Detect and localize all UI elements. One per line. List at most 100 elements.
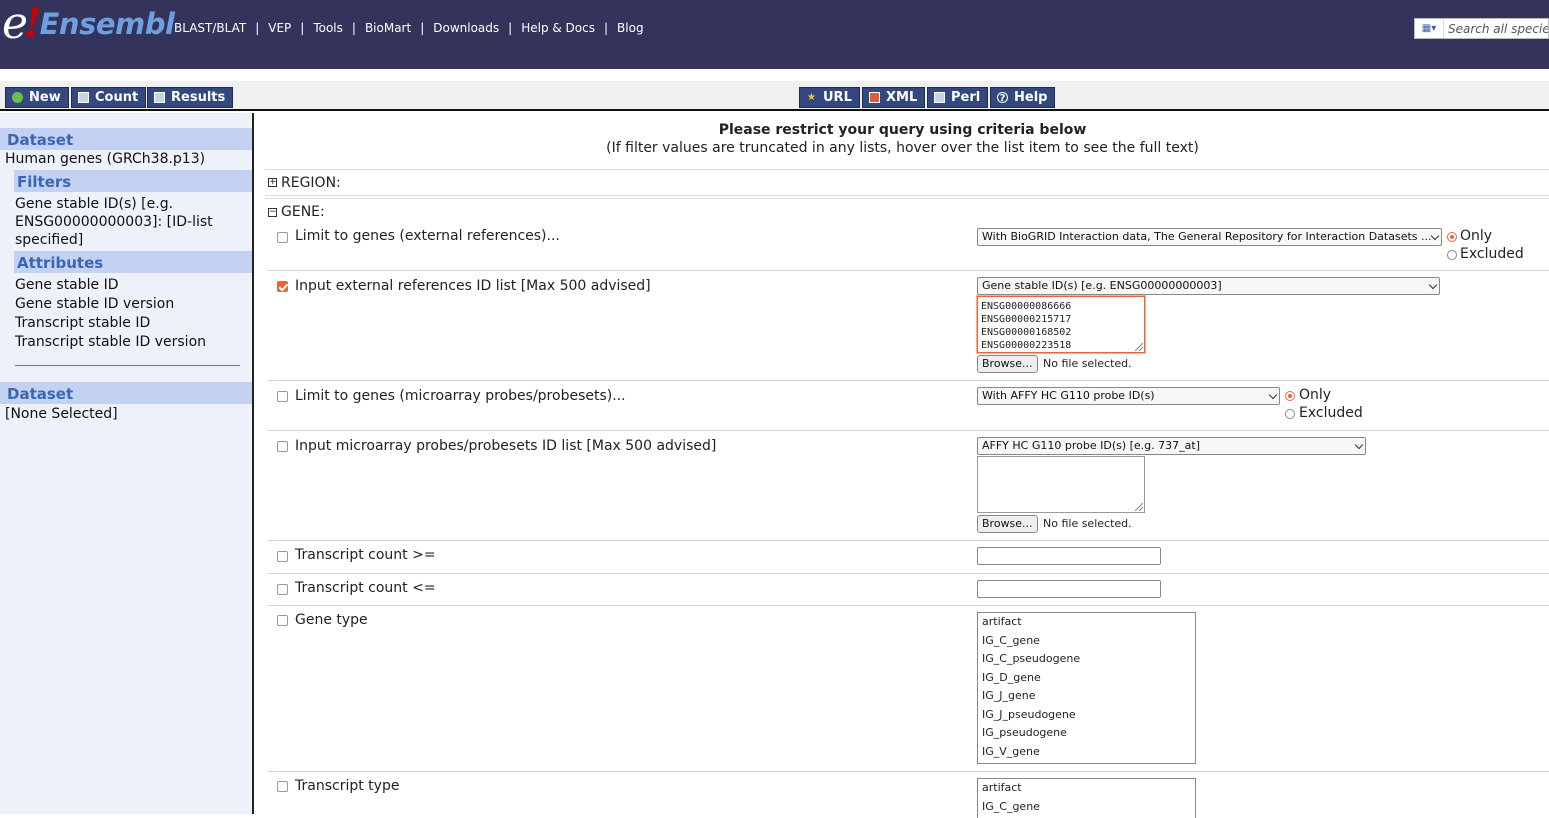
filter-row-transcript-count-le: Transcript count <= xyxy=(267,574,1549,606)
expand-icon: + xyxy=(268,177,277,187)
table-icon xyxy=(154,92,165,103)
nav-downloads[interactable]: Downloads xyxy=(433,21,499,35)
no-file-text: No file selected. xyxy=(1043,357,1132,370)
url-button-label: URL xyxy=(823,90,852,105)
search-species-dropdown-icon[interactable]: ▦▾ xyxy=(1415,19,1444,38)
transcript-count-ge-input[interactable] xyxy=(977,547,1161,565)
filter-row-microarray-input: Input microarray probes/probesets ID lis… xyxy=(267,431,1549,541)
transcript-type-listbox[interactable]: artifact IG_C_gene xyxy=(977,778,1196,818)
xml-file-icon xyxy=(869,92,880,103)
list-item[interactable]: artifact xyxy=(978,779,1195,798)
ext-refs-limit-select-value: With BioGRID Interaction data, The Gener… xyxy=(982,230,1432,243)
nav-biomart[interactable]: BioMart xyxy=(365,21,411,35)
resize-handle-icon[interactable] xyxy=(1135,503,1143,511)
nav-vep[interactable]: VEP xyxy=(268,21,291,35)
microarray-limit-checkbox[interactable] xyxy=(277,391,288,402)
list-item[interactable]: IG_J_pseudogene xyxy=(978,706,1195,725)
results-button-label: Results xyxy=(171,90,226,105)
ext-refs-excluded-radio[interactable] xyxy=(1447,250,1457,260)
ext-refs-limit-select[interactable]: With BioGRID Interaction data, The Gener… xyxy=(977,228,1442,246)
filter-row-ext-refs-limit: Limit to genes (external references)... … xyxy=(267,221,1549,271)
ensembl-logo[interactable]: e ! Ensembl xyxy=(2,0,175,48)
gene-label: GENE: xyxy=(281,204,325,220)
help-button[interactable]: ? Help xyxy=(990,87,1056,108)
browse-button[interactable]: Browse... xyxy=(977,355,1038,373)
restrict-title: Please restrict your query using criteri… xyxy=(718,122,1087,138)
attribute-item[interactable]: Transcript stable ID xyxy=(15,314,245,332)
transcript-count-le-input[interactable] xyxy=(977,580,1161,598)
microarray-input-checkbox[interactable] xyxy=(277,441,288,452)
ext-refs-input-checkbox[interactable] xyxy=(277,281,288,292)
ext-refs-excluded-label: Excluded xyxy=(1460,246,1524,262)
transcript-count-le-label: Transcript count <= xyxy=(295,580,436,596)
list-item[interactable]: IG_C_pseudogene xyxy=(978,650,1195,669)
attribute-item[interactable]: Gene stable ID version xyxy=(15,295,245,313)
list-item[interactable]: IG_V_gene xyxy=(978,743,1195,762)
transcript-type-checkbox[interactable] xyxy=(277,781,288,792)
list-item[interactable]: IG_C_gene xyxy=(978,632,1195,651)
gene-type-checkbox[interactable] xyxy=(277,615,288,626)
list-item[interactable]: IG_D_gene xyxy=(978,669,1195,688)
nav-blast-blat[interactable]: BLAST/BLAT xyxy=(174,21,246,35)
region-label: REGION: xyxy=(281,174,341,191)
nav-help-docs[interactable]: Help & Docs xyxy=(521,21,595,35)
microarray-only-radio[interactable] xyxy=(1285,391,1295,401)
nav-tools[interactable]: Tools xyxy=(313,21,343,35)
id-list-textarea[interactable]: ENSG00000086666 ENSG00000215717 ENSG0000… xyxy=(977,296,1145,353)
gene-type-listbox[interactable]: artifact IG_C_gene IG_C_pseudogene IG_D_… xyxy=(977,612,1196,764)
list-item[interactable]: IG_pseudogene xyxy=(978,724,1195,743)
dataset-name[interactable]: Human genes (GRCh38.p13) xyxy=(5,151,205,167)
dataset2-heading[interactable]: Dataset xyxy=(0,382,252,404)
list-item[interactable]: IG_C_gene xyxy=(978,798,1195,817)
ext-refs-only-radio[interactable] xyxy=(1447,232,1457,242)
species-search: ▦▾ xyxy=(1414,18,1549,39)
logo-text: Ensembl xyxy=(39,7,175,41)
microarray-excluded-radio[interactable] xyxy=(1285,409,1295,419)
id-type-select[interactable]: Gene stable ID(s) [e.g. ENSG00000000003] xyxy=(977,277,1440,295)
browse-button[interactable]: Browse... xyxy=(977,515,1038,533)
ext-refs-limit-checkbox[interactable] xyxy=(277,232,288,243)
count-button[interactable]: Count xyxy=(71,87,147,108)
dataset2-value[interactable]: [None Selected] xyxy=(5,406,118,422)
ext-refs-only-label: Only xyxy=(1460,228,1493,244)
microarray-limit-label: Limit to genes (microarray probes/probes… xyxy=(295,388,626,404)
filter-panel: Please restrict your query using criteri… xyxy=(256,113,1549,818)
attribute-item[interactable]: Gene stable ID xyxy=(15,276,245,294)
filters-heading[interactable]: Filters xyxy=(14,170,252,192)
search-input[interactable] xyxy=(1444,21,1548,36)
filter-row-microarray-limit: Limit to genes (microarray probes/probes… xyxy=(267,381,1549,431)
perl-button-label: Perl xyxy=(951,90,981,105)
count-button-label: Count xyxy=(95,90,139,105)
attributes-heading-label: Attributes xyxy=(17,254,104,272)
dataset-heading[interactable]: Dataset xyxy=(0,128,252,150)
region-section[interactable]: + REGION: xyxy=(265,169,1549,196)
probe-type-select[interactable]: AFFY HC G110 probe ID(s) [e.g. 737_at] xyxy=(977,437,1366,455)
attributes-heading[interactable]: Attributes xyxy=(14,251,252,273)
transcript-count-le-checkbox[interactable] xyxy=(277,584,288,595)
id-line: ENSG00000223518 xyxy=(981,340,1072,351)
resize-handle-icon[interactable] xyxy=(1135,343,1143,351)
calculator-icon xyxy=(78,92,89,103)
perl-button[interactable]: Perl xyxy=(927,87,989,108)
ext-refs-input-label: Input external references ID list [Max 5… xyxy=(295,278,651,294)
star-icon: ★ xyxy=(807,92,816,103)
results-button[interactable]: Results xyxy=(147,87,234,108)
url-button[interactable]: ★ URL xyxy=(799,87,860,108)
nav-blog[interactable]: Blog xyxy=(617,21,644,35)
attribute-item[interactable]: Transcript stable ID version xyxy=(15,333,245,351)
list-item[interactable]: artifact xyxy=(978,613,1195,632)
new-button[interactable]: New xyxy=(5,87,69,108)
ext-refs-limit-label: Limit to genes (external references)... xyxy=(295,228,560,244)
xml-button-label: XML xyxy=(886,90,918,105)
help-button-label: Help xyxy=(1014,90,1048,105)
filter-summary[interactable]: Gene stable ID(s) [e.g. ENSG00000000003]… xyxy=(15,195,245,249)
id-line: ENSG00000086666 xyxy=(981,301,1072,312)
microarray-limit-select[interactable]: With AFFY HC G110 probe ID(s) xyxy=(977,387,1280,405)
no-file-text: No file selected. xyxy=(1043,517,1132,530)
transcript-count-ge-checkbox[interactable] xyxy=(277,551,288,562)
restrict-note: (If filter values are truncated in any l… xyxy=(606,140,1199,156)
list-item[interactable]: IG_J_gene xyxy=(978,687,1195,706)
xml-button[interactable]: XML xyxy=(862,87,926,108)
probe-list-textarea[interactable] xyxy=(977,456,1145,513)
probe-type-select-value: AFFY HC G110 probe ID(s) [e.g. 737_at] xyxy=(982,439,1200,452)
